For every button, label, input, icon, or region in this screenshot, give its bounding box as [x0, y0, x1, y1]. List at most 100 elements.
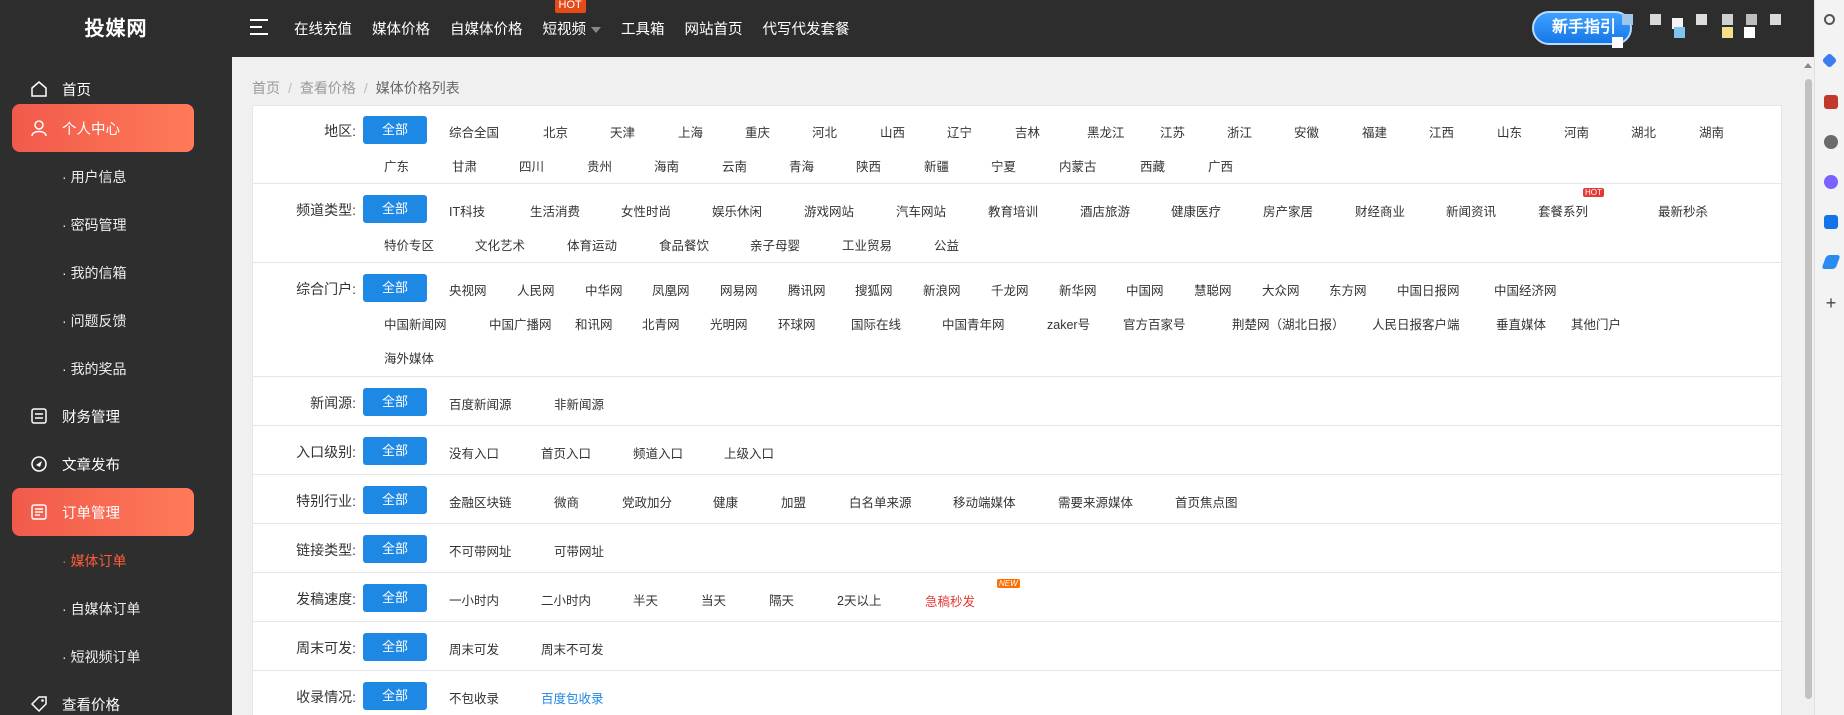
sidebar-subitem-feedback[interactable]: · 问题反馈 [62, 311, 127, 331]
sidebar-subitem-video-orders[interactable]: · 短视频订单 [62, 647, 141, 667]
search-icon[interactable] [1824, 14, 1835, 25]
filter-option[interactable]: 四川 [519, 156, 544, 175]
filter-option[interactable]: 首页入口 [541, 443, 591, 462]
filter-option[interactable]: 新华网 [1059, 280, 1097, 299]
filter-option[interactable]: 二小时内 [541, 590, 591, 609]
sidebar-subitem-mailbox[interactable]: · 我的信箱 [62, 263, 127, 283]
filter-option[interactable]: 没有入口 [449, 443, 499, 462]
filter-option[interactable]: 环球网 [778, 314, 816, 333]
filter-option[interactable]: 福建 [1362, 122, 1387, 141]
sidebar-item-publish[interactable]: 文章发布 [12, 440, 194, 488]
send-icon[interactable] [1821, 255, 1841, 269]
filter-option[interactable]: 央视网 [449, 280, 487, 299]
filter-option[interactable]: 周末不可发 [541, 639, 604, 658]
filter-option[interactable]: 腾讯网 [788, 280, 826, 299]
filter-option[interactable]: 金融区块链 [449, 492, 512, 511]
filter-option[interactable]: 可带网址 [554, 541, 604, 560]
filter-option[interactable]: 国际在线 [851, 314, 901, 333]
filter-option[interactable]: 和讯网 [575, 314, 613, 333]
sidebar-item-finance[interactable]: 财务管理 [12, 392, 194, 440]
filter-option[interactable]: 其他门户 [1571, 314, 1621, 333]
filter-option[interactable]: 微商 [554, 492, 579, 511]
nav-toolbox[interactable]: 工具箱 [621, 18, 665, 39]
menu-toggle-icon[interactable] [250, 19, 268, 37]
filter-option[interactable]: 海外媒体 [384, 348, 434, 367]
filter-option[interactable]: 中国网 [1126, 280, 1164, 299]
filter-all-button[interactable]: 全部 [363, 116, 427, 144]
filter-option[interactable]: 最新秒杀 [1658, 201, 1708, 220]
sidebar-item-personal-center[interactable]: 个人中心 [12, 104, 194, 152]
filter-option[interactable]: 山西 [880, 122, 905, 141]
filter-option[interactable]: 加盟 [781, 492, 806, 511]
filter-option[interactable]: 公益 [934, 235, 959, 254]
filter-all-button[interactable]: 全部 [363, 633, 427, 661]
filter-option[interactable]: 不可带网址 [449, 541, 512, 560]
filter-all-button[interactable]: 全部 [363, 584, 427, 612]
filter-option[interactable]: 凤凰网 [652, 280, 690, 299]
filter-option[interactable]: 重庆 [745, 122, 770, 141]
diamond-icon[interactable] [1821, 52, 1838, 69]
scroll-up-arrow-icon[interactable] [1804, 63, 1812, 68]
filter-all-button[interactable]: 全部 [363, 274, 427, 302]
filter-option[interactable]: 房产家居 [1263, 201, 1313, 220]
nav-self-media-price[interactable]: 自媒体价格 [450, 18, 523, 39]
sidebar-subitem-rewards[interactable]: · 我的奖品 [62, 359, 127, 379]
filter-option[interactable]: 游戏网站 [804, 201, 854, 220]
sidebar-subitem-self-media-orders[interactable]: · 自媒体订单 [62, 599, 141, 619]
filter-option[interactable]: 宁夏 [991, 156, 1016, 175]
filter-option[interactable]: 中国青年网 [942, 314, 1005, 333]
filter-option[interactable]: 河南 [1564, 122, 1589, 141]
filter-option[interactable]: 百度包收录 [541, 688, 604, 707]
breadcrumb-check-price[interactable]: 查看价格 [300, 80, 356, 96]
filter-option[interactable]: 大众网 [1262, 280, 1300, 299]
filter-option[interactable]: 不包收录 [449, 688, 499, 707]
nav-recharge[interactable]: 在线充值 [294, 18, 352, 39]
sidebar-subitem-password[interactable]: · 密码管理 [62, 215, 127, 235]
filter-option[interactable]: 上级入口 [724, 443, 774, 462]
filter-option[interactable]: 广东 [384, 156, 409, 175]
filter-option[interactable]: 人民日报客户端 [1372, 314, 1460, 333]
filter-option[interactable]: 贵州 [587, 156, 612, 175]
filter-all-button[interactable]: 全部 [363, 486, 427, 514]
filter-option[interactable]: 工业贸易 [842, 235, 892, 254]
filter-option[interactable]: 需要来源媒体 [1058, 492, 1133, 511]
filter-option[interactable]: 光明网 [710, 314, 748, 333]
filter-option[interactable]: 周末可发 [449, 639, 499, 658]
filter-option[interactable]: 非新闻源 [554, 394, 604, 413]
sidebar-subitem-media-orders[interactable]: · 媒体订单 [62, 551, 127, 571]
filter-option[interactable]: 安徽 [1294, 122, 1319, 141]
filter-option[interactable]: 云南 [722, 156, 747, 175]
filter-option[interactable]: 当天 [701, 590, 726, 609]
filter-option[interactable]: 黑龙江 [1087, 122, 1125, 141]
sidebar-subitem-user-info[interactable]: · 用户信息 [62, 167, 127, 187]
person-icon[interactable] [1824, 135, 1838, 149]
filter-option[interactable]: 内蒙古 [1059, 156, 1097, 175]
filter-all-button[interactable]: 全部 [363, 535, 427, 563]
filter-option[interactable]: 酒店旅游 [1080, 201, 1130, 220]
filter-all-button[interactable]: 全部 [363, 682, 427, 710]
filter-option[interactable]: 官方百家号 [1123, 314, 1186, 333]
filter-option[interactable]: 北京 [543, 122, 568, 141]
filter-option[interactable]: 人民网 [517, 280, 555, 299]
copilot-icon[interactable] [1824, 175, 1838, 189]
filter-option[interactable]: 娱乐休闲 [712, 201, 762, 220]
site-logo[interactable]: 投媒网 [0, 0, 232, 57]
filter-option[interactable]: 垂直媒体 [1496, 314, 1546, 333]
nav-media-price[interactable]: 媒体价格 [372, 18, 430, 39]
filter-all-button[interactable]: 全部 [363, 388, 427, 416]
scrollbar-thumb[interactable] [1805, 79, 1812, 699]
filter-option[interactable]: 健康 [713, 492, 738, 511]
filter-option[interactable]: 综合全国 [449, 122, 499, 141]
filter-option[interactable]: IT科技 [449, 201, 485, 220]
filter-option[interactable]: 教育培训 [988, 201, 1038, 220]
filter-option[interactable]: 吉林 [1015, 122, 1040, 141]
filter-option[interactable]: 中国广播网 [489, 314, 552, 333]
filter-option[interactable]: 浙江 [1227, 122, 1252, 141]
filter-option[interactable]: 青海 [789, 156, 814, 175]
filter-option[interactable]: 辽宁 [947, 122, 972, 141]
filter-option[interactable]: 百度新闻源 [449, 394, 512, 413]
filter-option[interactable]: 2天以上 [837, 590, 881, 609]
filter-option[interactable]: 网易网 [720, 280, 758, 299]
outlook-icon[interactable] [1824, 215, 1838, 229]
filter-option[interactable]: 上海 [678, 122, 703, 141]
